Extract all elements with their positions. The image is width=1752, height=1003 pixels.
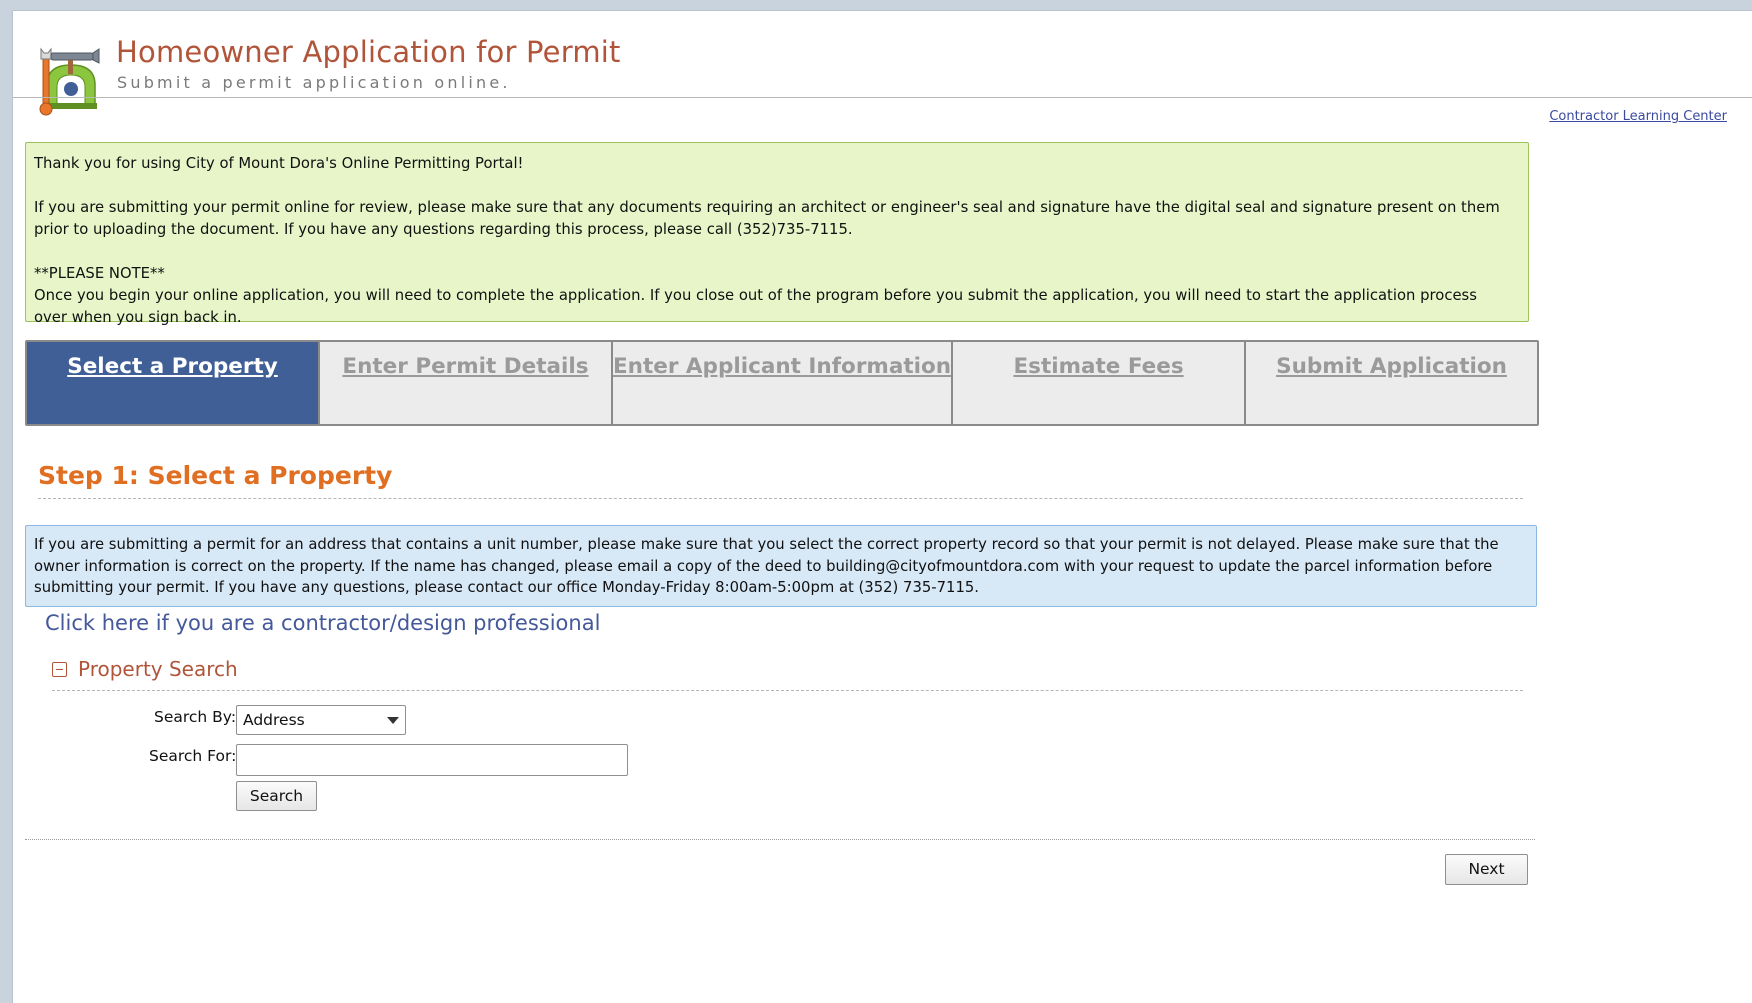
step-submit-application[interactable]: Submit Application — [1246, 342, 1537, 424]
notice-line: Thank you for using City of Mount Dora's… — [34, 155, 524, 172]
step-estimate-fees[interactable]: Estimate Fees — [953, 342, 1247, 424]
contractor-learning-center-link[interactable]: Contractor Learning Center — [1549, 109, 1727, 124]
step-select-property[interactable]: Select a Property — [27, 342, 320, 424]
notice-line: If you are submitting your permit online… — [34, 199, 1500, 238]
next-button[interactable]: Next — [1445, 854, 1528, 885]
notice-line: **PLEASE NOTE** — [34, 265, 165, 282]
wizard-steps: Select a Property Enter Permit Details E… — [25, 340, 1539, 426]
search-by-value: Address — [243, 711, 305, 729]
search-by-select[interactable]: Address — [236, 705, 406, 735]
section-divider — [52, 690, 1523, 691]
search-for-input[interactable] — [236, 744, 628, 776]
page-title: Homeowner Application for Permit — [116, 35, 621, 69]
page-frame: Homeowner Application for Permit Submit … — [12, 10, 1752, 1003]
contractor-professional-link[interactable]: Click here if you are a contractor/desig… — [45, 611, 600, 635]
notice-line: Once you begin your online application, … — [34, 287, 1477, 326]
step-heading: Step 1: Select a Property — [38, 461, 393, 490]
property-search-title: Property Search — [78, 657, 238, 681]
property-info-box: If you are submitting a permit for an ad… — [25, 525, 1537, 607]
step-enter-permit-details[interactable]: Enter Permit Details — [320, 342, 613, 424]
permit-logo-icon — [39, 47, 100, 116]
collapse-icon[interactable] — [52, 662, 67, 677]
search-for-label: Search For: — [149, 747, 237, 765]
page-subtitle: Submit a permit application online. — [117, 73, 511, 92]
search-button[interactable]: Search — [236, 781, 317, 811]
search-by-label: Search By: — [154, 708, 237, 726]
chevron-down-icon — [387, 717, 399, 724]
heading-divider — [38, 498, 1523, 499]
header-divider — [13, 97, 1752, 98]
footer-divider — [25, 839, 1535, 840]
welcome-notice: Thank you for using City of Mount Dora's… — [25, 142, 1529, 326]
step-enter-applicant-information[interactable]: Enter Applicant Information — [613, 342, 954, 424]
